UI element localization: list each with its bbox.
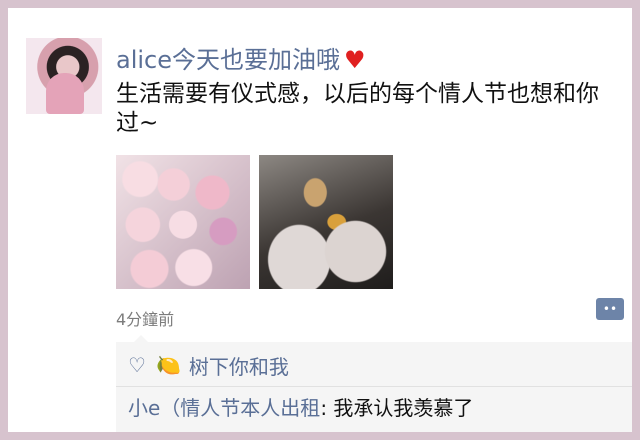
moments-post-card: alice今天也要加油哦 ♥ 生活需要有仪式感，以后的每个情人节也想和你过~ 4分… (8, 8, 632, 432)
red-heart-icon: ♥ (344, 46, 366, 74)
avatar-figure (46, 73, 84, 114)
heart-outline-icon: ♡ (128, 353, 146, 377)
post-text: 生活需要有仪式感，以后的每个情人节也想和你过~ (116, 81, 599, 136)
likes-comments-panel: ♡ 🍋 树下你和我 小e（情人节本人出租: 我承认我羡慕了 (116, 335, 632, 432)
liker-name[interactable]: 树下你和我 (189, 351, 289, 380)
lemon-emoji-icon: 🍋 (155, 353, 181, 377)
comment-more-button[interactable]: •• (596, 298, 624, 320)
post-timestamp: 4分鐘前 (116, 310, 175, 329)
comment-more-icon: •• (602, 302, 618, 316)
comment-text: 我承认我羡慕了 (333, 396, 474, 420)
post-author-name[interactable]: alice今天也要加油哦 ♥ (116, 40, 366, 75)
comment-item[interactable]: 小e（情人节本人出租: 我承认我羡慕了 (128, 392, 473, 424)
dinner-photo[interactable] (259, 155, 393, 289)
comment-separator: : (320, 396, 334, 420)
panel-pointer (134, 335, 148, 342)
avatar[interactable] (26, 38, 102, 114)
likes-row: ♡ 🍋 树下你和我 (128, 350, 289, 380)
username-label[interactable]: alice今天也要加油哦 (116, 46, 340, 74)
comment-author[interactable]: 小e（情人节本人出租 (128, 396, 320, 420)
panel-divider (116, 386, 632, 387)
roses-photo[interactable] (116, 155, 250, 289)
